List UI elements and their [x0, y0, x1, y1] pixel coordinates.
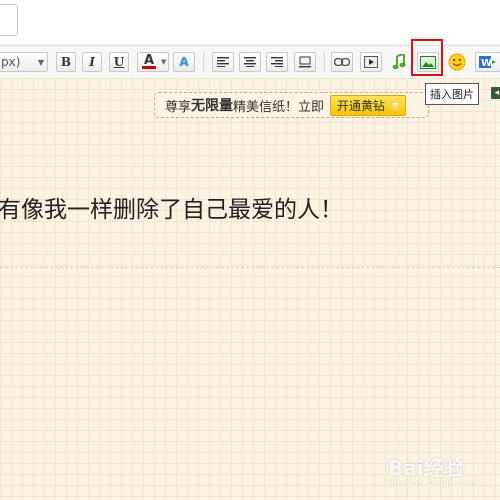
format-icon [299, 56, 311, 68]
insert-music-button[interactable] [388, 52, 410, 72]
font-size-select[interactable]: px) ▼ [0, 52, 48, 72]
insert-image-tooltip: 插入图片 [425, 83, 479, 105]
font-color-bar [142, 66, 156, 69]
font-size-value: px) [1, 55, 21, 69]
font-color-letter: A [143, 53, 155, 68]
smiley-icon [448, 53, 466, 71]
insert-image-highlight [411, 39, 443, 76]
align-center-button[interactable] [239, 52, 261, 72]
font-color-button[interactable]: A ▼ [137, 52, 169, 72]
format-button[interactable] [294, 52, 316, 72]
underline-label: U [113, 55, 125, 69]
chevron-down-icon: ▼ [37, 57, 44, 67]
promo-text-before: 尊享 [165, 99, 192, 115]
svg-text:W: W [481, 58, 492, 69]
align-right-button[interactable] [266, 52, 288, 72]
subject-input-edge[interactable] [0, 4, 18, 36]
toolbar-divider [203, 52, 204, 72]
promo-button-label: 开通黄钻 [337, 98, 386, 113]
side-panel-toggle[interactable]: ◂ [491, 87, 500, 99]
promo-text-after: 精美信纸！立即 [233, 99, 325, 115]
bold-label: B [60, 55, 72, 69]
video-icon [364, 56, 378, 68]
link-icon [334, 58, 350, 66]
align-left-icon [217, 57, 229, 67]
insert-video-button[interactable] [360, 52, 382, 72]
stationery-promo-banner: 尊享 无限量 精美信纸！立即 开通黄钻 [154, 92, 429, 118]
font-background-icon: A [179, 55, 189, 69]
insert-link-button[interactable] [331, 52, 353, 72]
chevron-down-icon: ▼ [161, 58, 167, 66]
open-yellow-diamond-button[interactable]: 开通黄钻 [330, 94, 407, 116]
align-center-icon [244, 57, 256, 67]
insert-emoticon-button[interactable] [446, 52, 468, 72]
insert-document-button[interactable]: W [475, 52, 500, 72]
align-left-button[interactable] [212, 52, 234, 72]
content-separator [0, 267, 500, 268]
word-document-icon: W [479, 56, 496, 69]
align-right-icon [271, 57, 283, 67]
promo-emphasis: 无限量 [191, 98, 234, 114]
watermark-text: Bai经验 [388, 456, 464, 480]
bold-button[interactable]: B [56, 52, 76, 72]
music-note-icon [392, 54, 406, 70]
editor-area[interactable] [0, 78, 500, 500]
watermark-subtext: jingyan.baidu.com [388, 479, 480, 489]
toolbar-divider [324, 52, 325, 72]
baidu-jingyan-watermark: Bai经验 jingyan.baidu.com [388, 452, 480, 489]
chevron-down-icon [389, 99, 402, 111]
top-bar [0, 0, 500, 44]
editor-content-text: 有像我一样删除了自己最爱的人！ [0, 197, 343, 223]
italic-button[interactable]: I [82, 52, 102, 72]
underline-button[interactable]: U [109, 52, 129, 72]
italic-label: I [89, 55, 95, 69]
font-color-icon: A [142, 53, 156, 69]
font-background-button[interactable]: A [173, 52, 195, 72]
